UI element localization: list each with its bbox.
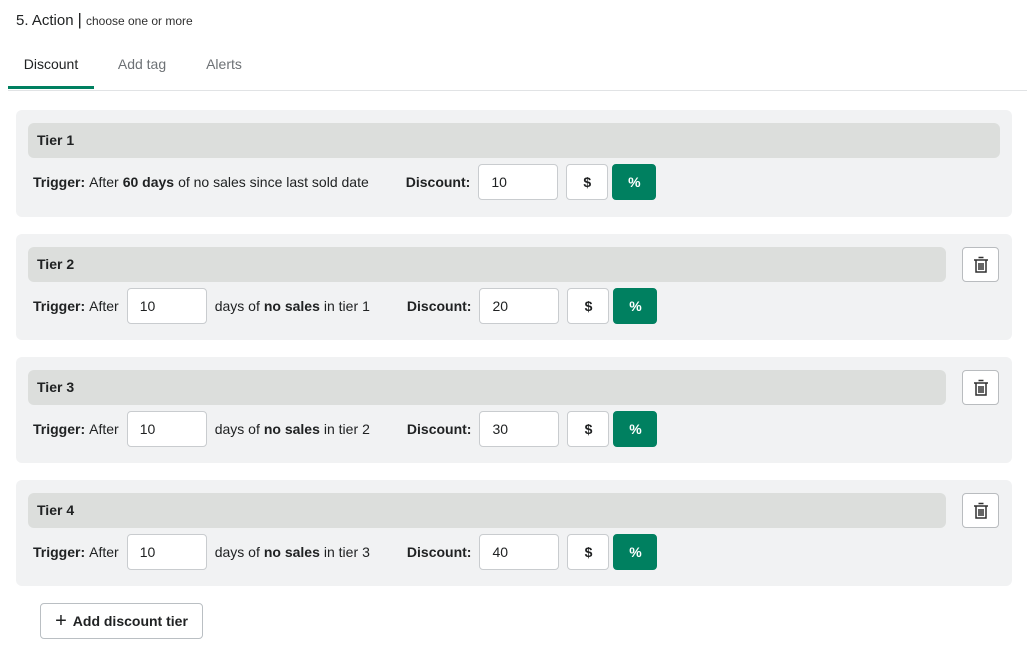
tier-row: Trigger: After days of no sales in tier … xyxy=(33,534,658,570)
trash-icon xyxy=(973,502,988,519)
tier-card-2: Tier 2 Trigger: After days of no sales i… xyxy=(16,234,1012,340)
section-number-title: 5. Action xyxy=(16,12,74,29)
tier-header: Tier 2 xyxy=(28,247,946,282)
discount-input[interactable] xyxy=(479,288,560,324)
trigger-description: of no sales since last sold date xyxy=(178,174,369,190)
trash-icon xyxy=(973,256,988,273)
section-title: 5. Action | choose one or more xyxy=(16,10,193,30)
prev-tier-number: 1 xyxy=(362,298,370,314)
add-discount-tier-label: Add discount tier xyxy=(72,613,188,629)
days-input[interactable] xyxy=(126,411,207,447)
tier-card-3: Tier 3 Trigger: After days of no sales i… xyxy=(16,357,1012,463)
in-tier-text: in tier xyxy=(323,421,359,437)
days-of-text: days of xyxy=(214,544,260,560)
days-input[interactable] xyxy=(126,288,207,324)
discount-input[interactable] xyxy=(479,534,560,570)
trigger-after: After xyxy=(89,174,119,190)
add-discount-tier-button[interactable]: + Add discount tier xyxy=(40,603,203,639)
days-of-text: days of xyxy=(214,298,260,314)
dollar-unit-button[interactable]: $ xyxy=(567,534,610,570)
tab-discount[interactable]: Discount xyxy=(8,48,94,89)
tier-row: Trigger: After days of no sales in tier … xyxy=(33,288,658,324)
trigger-label: Trigger: xyxy=(33,174,86,190)
trigger-label: Trigger: xyxy=(33,421,86,437)
discount-label: Discount: xyxy=(405,174,471,190)
trigger-label: Trigger: xyxy=(33,544,86,560)
discount-label: Discount: xyxy=(406,544,472,560)
trigger-label: Trigger: xyxy=(33,298,86,314)
discount-input[interactable] xyxy=(478,164,559,200)
no-sales-text: no sales xyxy=(263,421,320,437)
plus-icon: + xyxy=(55,610,67,632)
section-hint: choose one or more xyxy=(85,14,193,28)
prev-tier-number: 2 xyxy=(362,421,370,437)
tier-row: Trigger: After days of no sales in tier … xyxy=(33,411,658,447)
percent-unit-button[interactable]: % xyxy=(613,534,658,570)
tab-alerts[interactable]: Alerts xyxy=(194,48,254,89)
tier-header: Tier 1 xyxy=(28,123,1000,158)
title-separator: | xyxy=(77,10,82,29)
prev-tier-number: 3 xyxy=(362,544,370,560)
discount-label: Discount: xyxy=(406,421,472,437)
tier-card-1: Tier 1 Trigger: After 60 days of no sale… xyxy=(16,110,1012,217)
action-tabs: Discount Add tag Alerts xyxy=(8,48,1027,91)
percent-unit-button[interactable]: % xyxy=(613,288,658,324)
tier-row: Trigger: After 60 days of no sales since… xyxy=(33,164,657,200)
dollar-unit-button[interactable]: $ xyxy=(566,164,609,200)
delete-tier-button[interactable] xyxy=(962,370,999,405)
trigger-after: After xyxy=(89,421,119,437)
in-tier-text: in tier xyxy=(323,298,359,314)
trigger-after: After xyxy=(89,298,119,314)
no-sales-text: no sales xyxy=(263,298,320,314)
discount-input[interactable] xyxy=(479,411,560,447)
dollar-unit-button[interactable]: $ xyxy=(567,411,610,447)
no-sales-text: no sales xyxy=(263,544,320,560)
trigger-after: After xyxy=(89,544,119,560)
percent-unit-button[interactable]: % xyxy=(613,411,658,447)
days-of-text: days of xyxy=(214,421,260,437)
tier-card-4: Tier 4 Trigger: After days of no sales i… xyxy=(16,480,1012,586)
tier-header: Tier 4 xyxy=(28,493,946,528)
dollar-unit-button[interactable]: $ xyxy=(567,288,610,324)
delete-tier-button[interactable] xyxy=(962,493,999,528)
discount-label: Discount: xyxy=(406,298,472,314)
trash-icon xyxy=(973,379,988,396)
delete-tier-button[interactable] xyxy=(962,247,999,282)
in-tier-text: in tier xyxy=(323,544,359,560)
trigger-days: 60 days xyxy=(122,174,175,190)
percent-unit-button[interactable]: % xyxy=(612,164,657,200)
tab-add-tag[interactable]: Add tag xyxy=(104,48,180,89)
days-input[interactable] xyxy=(126,534,207,570)
tier-header: Tier 3 xyxy=(28,370,946,405)
